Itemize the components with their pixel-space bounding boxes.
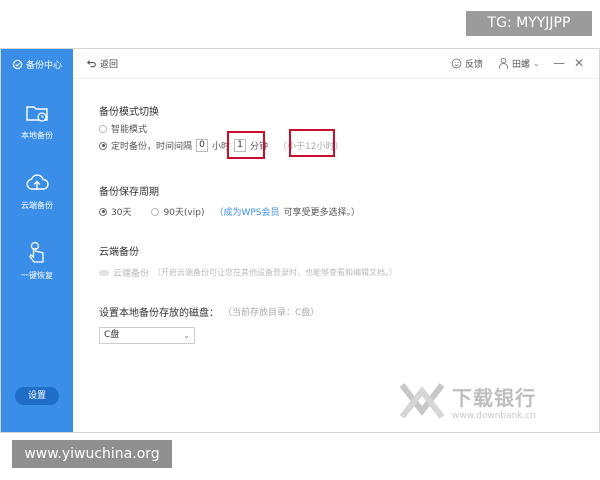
site-badge: www.yiwuchina.org (12, 440, 172, 468)
sidebar-item-cloud-backup[interactable]: 云端备份 (1, 163, 73, 217)
tg-badge: TG: MYYJJPP (466, 11, 592, 36)
highlight-box-minutes (227, 131, 265, 159)
local-disk-current: （当前存放目录：C盘） (223, 308, 320, 318)
hand-tap-icon (29, 241, 44, 263)
sidebar-item-label: 本地备份 (21, 130, 53, 140)
smiley-icon (451, 58, 462, 69)
user-avatar-icon (499, 57, 508, 69)
cloud-backup-toggle-label: 云端备份 (113, 269, 150, 279)
topbar: 返回 反馈 田螺 ⌄ — ✕ (73, 49, 599, 79)
sidebar-item-restore[interactable]: 一键恢复 (1, 233, 73, 287)
chevron-down-icon: ⌄ (533, 59, 540, 68)
retention-30-radio[interactable] (99, 207, 107, 216)
chevron-down-icon: ⌄ (183, 331, 190, 340)
retention-options: 30天 90天(vip) （成为WPS会员 可享受更多选择。） (99, 205, 360, 218)
disk-select-value: C盘 (104, 330, 120, 340)
timed-backup-label: 定时备份，时间间隔 (111, 142, 193, 152)
wps-member-link[interactable]: （成为WPS会员 (214, 205, 279, 218)
close-button[interactable]: ✕ (571, 55, 587, 71)
local-disk-title: 设置本地备份存放的磁盘： (99, 308, 219, 319)
back-label: 返回 (100, 60, 119, 70)
cloud-backup-title: 云端备份 (99, 247, 139, 258)
cloud-backup-toggle[interactable] (99, 269, 109, 276)
sidebar-title: 备份中心 (25, 60, 62, 71)
smart-mode-option[interactable]: 智能模式 (99, 122, 147, 135)
smart-mode-radio[interactable] (99, 124, 107, 133)
back-button[interactable]: 返回 (85, 57, 118, 70)
retention-90-label: 90天(vip) (163, 208, 205, 218)
user-name: 田螺 (512, 60, 531, 70)
retention-title: 备份保存周期 (99, 187, 159, 198)
watermark-url: www.downbank.cn (452, 410, 537, 421)
hours-input[interactable]: 0 (196, 139, 209, 152)
cloud-backup-description: （开启云端备份可让您在其他设备登录时，也能够查看和编辑文档。） (153, 268, 398, 277)
disk-select[interactable]: C盘 ⌄ (99, 327, 195, 344)
settings-content: 备份模式切换 智能模式 定时备份，时间间隔 0 小时 1 分钟 （小于12小时）… (73, 79, 599, 432)
user-menu[interactable]: 田螺 ⌄ (498, 57, 540, 70)
retention-90-radio[interactable] (151, 207, 160, 216)
sidebar-item-local-backup[interactable]: 本地备份 (1, 93, 73, 147)
local-disk-header: 设置本地备份存放的磁盘： （当前存放目录：C盘） (99, 304, 319, 319)
sidebar-header: 备份中心 (1, 49, 73, 79)
backup-center-window: 备份中心 本地备份 云端备份 一键恢复 设置 返回 反馈 田螺 ⌄ — ✕ 备份… (0, 48, 600, 433)
downbank-logo-icon (399, 383, 445, 419)
sidebar: 备份中心 本地备份 云端备份 一键恢复 设置 (1, 49, 73, 432)
feedback-button[interactable]: 反馈 (451, 57, 483, 70)
watermark-cn: 下载银行 (452, 385, 536, 410)
member-suffix: 可享受更多选择。） (283, 208, 361, 218)
sidebar-item-label: 一键恢复 (21, 270, 53, 280)
feedback-label: 反馈 (465, 60, 484, 70)
highlight-box-hint (289, 129, 335, 157)
local-folder-icon (26, 105, 48, 122)
timed-backup-radio[interactable] (99, 141, 107, 150)
cloud-backup-option: 云端备份 （开启云端备份可让您在其他设备登录时，也能够查看和编辑文档。） (99, 266, 397, 279)
downbank-watermark: 下载银行 www.downbank.cn (398, 381, 536, 421)
backup-center-icon (12, 59, 23, 69)
minimize-button[interactable]: — (551, 55, 567, 71)
cloud-upload-icon (26, 173, 49, 190)
settings-button[interactable]: 设置 (15, 387, 59, 405)
backup-mode-title: 备份模式切换 (99, 107, 159, 118)
smart-mode-label: 智能模式 (111, 125, 148, 135)
sidebar-item-label: 云端备份 (21, 200, 53, 210)
back-arrow-icon (86, 60, 96, 68)
retention-30-label: 30天 (111, 208, 132, 218)
